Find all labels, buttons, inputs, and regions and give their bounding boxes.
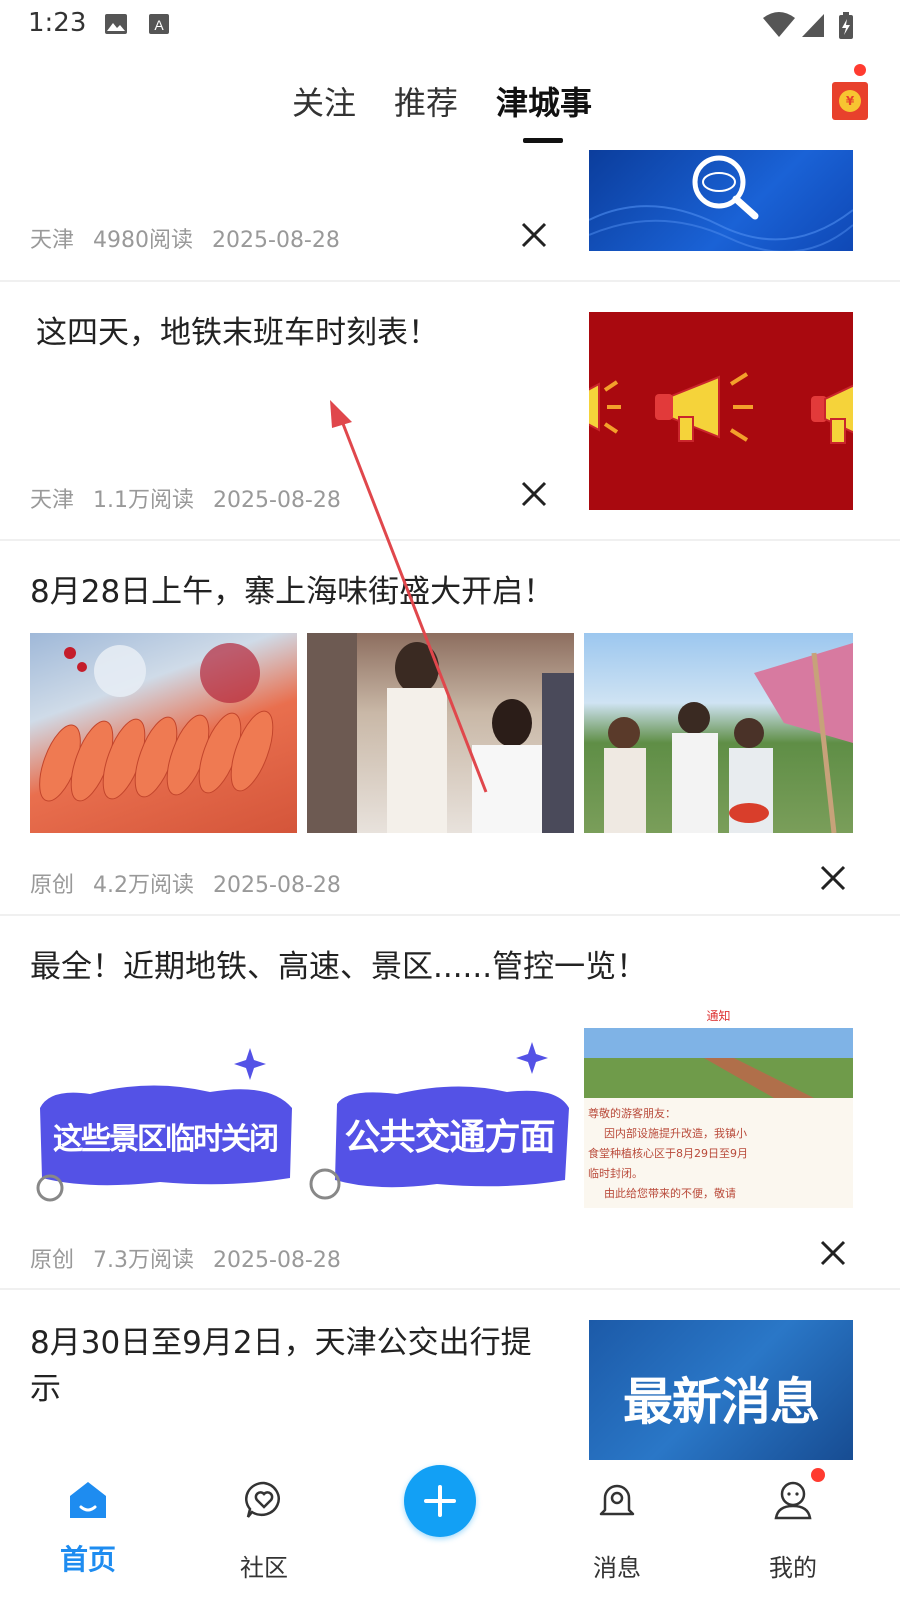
cellular-signal-icon [802,14,824,37]
article-title: 8月30日至9月2日，天津公交出行提示 [30,1325,532,1407]
crowd-at-stall-photo [584,633,853,833]
article-item[interactable]: 8月28日上午，寨上海味街盛大开启！ 原创 4.2万阅读 2025-08-28 [0,541,900,916]
tab-jincheng[interactable]: 津城事 [496,78,592,124]
news-feed[interactable]: 天津 4980阅读 2025-08-28 这四天，地铁末班车时刻表！ 天津 1.… [0,150,900,1490]
article-item[interactable]: 天津 4980阅读 2025-08-28 [0,150,900,282]
profile-icon [774,1481,812,1520]
home-icon [70,1482,106,1518]
battery-icon [839,12,853,39]
dismiss-article-icon[interactable] [818,863,848,893]
article-title: 这四天，地铁末班车时刻表！ [36,315,439,351]
article-date: 2025-08-28 [213,488,341,513]
notice-header: 通知 [584,1008,853,1028]
bell-icon [599,1484,635,1516]
bottom-navigation: 首页 社区 消息 我的 [0,1460,900,1600]
tab-following[interactable]: 关注 [292,78,356,124]
app-notification-icon: A [149,14,169,34]
article-source: 天津 [30,488,75,513]
nav-label: 我的 [769,1554,817,1582]
public-transit-graphic: 公共交通方面 [307,1008,574,1208]
wifi-icon [763,12,795,37]
article-source: 天津 [30,228,75,253]
scenic-closure-graphic: 这些景区临时关闭 [30,1008,297,1208]
yuan-coin-icon: ¥ [839,90,861,112]
boy-at-market-photo [307,633,574,833]
dismiss-article-icon[interactable] [519,220,549,250]
notice-text: 尊敬的游客朋友： 因内部设施提升改造，我镇小 食堂种植核心区于8月29日至9月 … [588,1107,748,1200]
nav-label: 消息 [593,1554,641,1582]
nav-label: 首页 [59,1543,116,1576]
magnifier-logo-icon [589,155,853,251]
notice-graphic: 通知 尊敬的游客朋友： 因内部设施提升改造，我镇小 食堂种植核心区于8月29日至… [584,1008,853,1208]
article-date: 2025-08-28 [213,873,341,898]
article-item[interactable]: 这四天，地铁末班车时刻表！ 天津 1.1万阅读 2025-08-28 [0,282,900,541]
article-source: 原创 [30,1248,75,1273]
megaphone-icon [589,372,853,444]
tab-recommended[interactable]: 推荐 [394,78,458,124]
status-time: 1:23 [28,8,87,38]
article-reads: 1.1万阅读 [93,488,195,513]
shrimp-photo [30,633,297,833]
graphic-caption: 这些景区临时关闭 [53,1122,279,1157]
red-packet-button[interactable]: ¥ [832,82,868,120]
nav-label: 社区 [240,1554,288,1582]
article-meta: 原创 4.2万阅读 2025-08-28 [30,867,353,899]
create-post-button[interactable] [404,1465,476,1537]
nav-profile[interactable]: 我的 [733,1460,853,1600]
article-source: 原创 [30,873,75,898]
article-thumbnail [589,312,853,510]
article-thumbnail [589,150,853,251]
article-reads: 4980阅读 [93,228,194,253]
gallery-notification-icon [105,14,127,34]
article-meta: 原创 7.3万阅读 2025-08-28 [30,1242,353,1274]
dismiss-article-icon[interactable] [519,479,549,509]
notification-badge [854,64,866,76]
dismiss-article-icon[interactable] [818,1238,848,1268]
nav-messages[interactable]: 消息 [557,1460,677,1600]
article-reads: 7.3万阅读 [93,1248,195,1273]
nav-community[interactable]: 社区 [204,1460,324,1600]
article-reads: 4.2万阅读 [93,873,195,898]
article-title: 最全！近期地铁、高速、景区......管控一览！ [30,949,648,985]
article-date: 2025-08-28 [212,228,340,253]
nav-home[interactable]: 首页 [28,1460,148,1600]
active-tab-indicator [523,138,563,143]
article-meta: 天津 4980阅读 2025-08-28 [30,222,352,254]
article-item[interactable]: 最全！近期地铁、高速、景区......管控一览！ 这些景区临时关闭 公共交通方面… [0,916,900,1290]
chat-heart-icon [245,1481,280,1518]
graphic-caption: 公共交通方面 [344,1117,555,1158]
article-date: 2025-08-28 [213,1248,341,1273]
thumbnail-caption: 最新消息 [623,1373,820,1431]
status-bar: 1:23 A [0,0,900,50]
article-thumbnail: 最新消息 [589,1320,853,1460]
top-tab-bar: 关注 推荐 津城事 [0,50,900,150]
article-meta: 天津 1.1万阅读 2025-08-28 [30,482,353,514]
article-title: 8月28日上午，寨上海味街盛大开启！ [30,574,555,610]
svg-text:A: A [154,17,164,33]
profile-notification-badge [811,1468,825,1482]
